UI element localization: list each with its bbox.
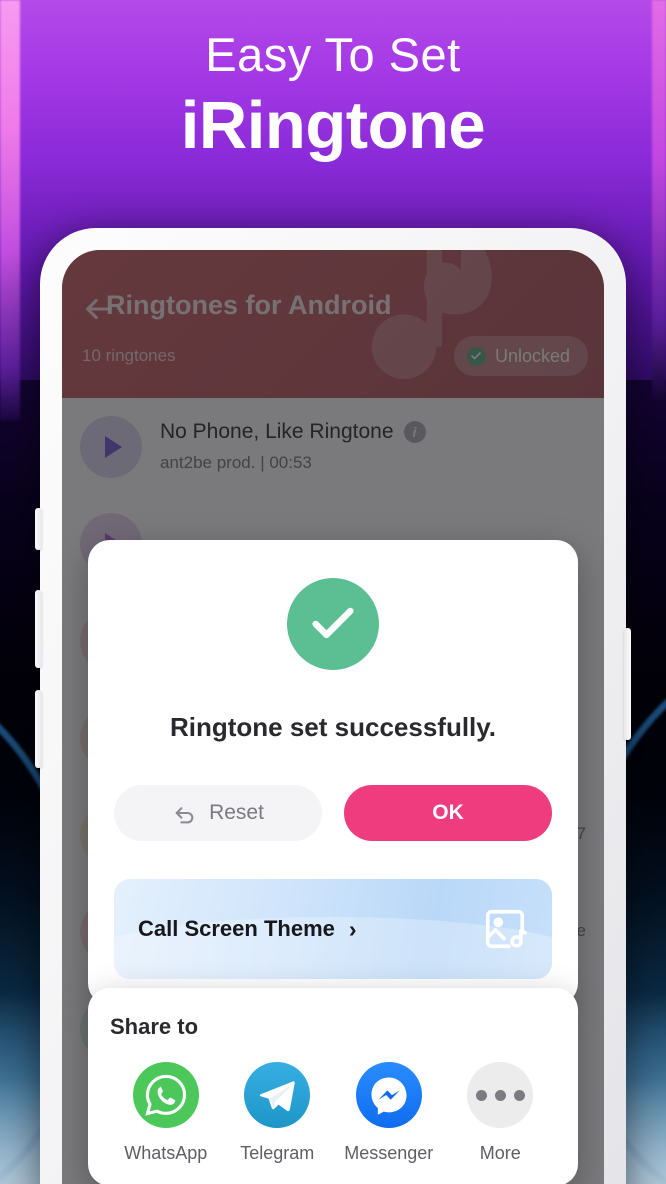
dialog-actions: Reset OK [114, 785, 552, 841]
promo-screenshot: Easy To Set iRingtone Ringtone set succe… [0, 0, 666, 1184]
call-screen-theme-label: Call Screen Theme [138, 916, 335, 941]
image-music-icon [485, 909, 527, 949]
share-target-telegram[interactable]: Telegram [222, 1062, 334, 1164]
phone-volume-up-button[interactable] [35, 590, 42, 668]
share-sheet-title: Share to [110, 1014, 199, 1039]
more-dots-icon [467, 1062, 534, 1128]
telegram-icon [244, 1062, 311, 1128]
share-target-more[interactable]: More [445, 1062, 557, 1164]
success-message: Ringtone set successfully. [169, 712, 497, 742]
messenger-icon [355, 1062, 422, 1128]
undo-icon [175, 806, 194, 823]
chevron-right-icon: › [348, 915, 357, 942]
call-screen-theme-label-wrap: Call Screen Theme › [138, 916, 357, 943]
reset-button[interactable]: Reset [114, 785, 322, 841]
ok-button[interactable]: OK [344, 785, 552, 841]
share-target-messenger[interactable]: Messenger [333, 1062, 445, 1164]
dot [494, 1089, 506, 1101]
phone-silent-switch[interactable] [35, 508, 42, 550]
share-target-label: WhatsApp [124, 1143, 208, 1163]
phone-screen: Ringtones for Android 10 ringtones Unloc… [62, 250, 604, 1184]
promo-headline: Easy To Set iRingtone [0, 30, 666, 163]
share-sheet: Share to WhatsApp Telegram Messenger More [88, 988, 578, 1184]
dot [475, 1089, 487, 1101]
phone-power-button[interactable] [624, 628, 631, 740]
dot [513, 1089, 525, 1101]
reset-button-label: Reset [209, 801, 264, 824]
headline-line-2: iRingtone [180, 88, 486, 164]
share-target-label: Messenger [344, 1143, 434, 1163]
phone-mockup: Ringtones for Android 10 ringtones Unloc… [35, 228, 631, 1184]
share-targets-row: WhatsApp Telegram Messenger More [110, 1062, 556, 1164]
whatsapp-icon [132, 1062, 199, 1128]
call-screen-theme-banner[interactable]: Call Screen Theme › [114, 879, 552, 979]
success-dialog: Ringtone set successfully. Reset OK Call… [88, 540, 578, 1005]
phone-volume-down-button[interactable] [35, 690, 42, 768]
share-target-label: More [479, 1143, 521, 1163]
success-check-icon [287, 578, 379, 670]
headline-line-1: Easy To Set [205, 28, 461, 81]
ok-button-label: OK [432, 801, 464, 824]
share-target-label: Telegram [240, 1143, 315, 1163]
share-target-whatsapp[interactable]: WhatsApp [110, 1062, 222, 1164]
